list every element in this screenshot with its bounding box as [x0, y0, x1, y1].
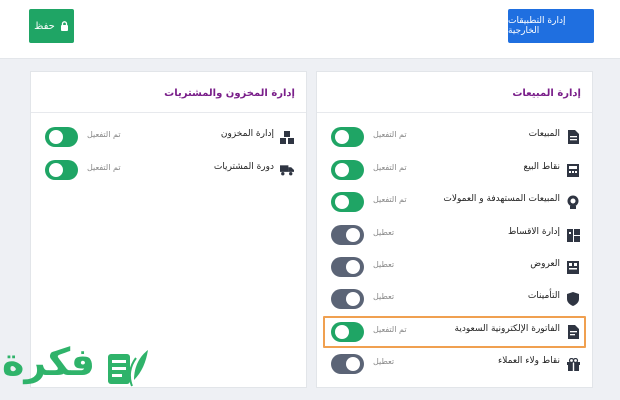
external-apps-button-label: إدارة التطبيقات الخارجية	[508, 16, 566, 36]
status-text: تم التفعيل	[373, 163, 407, 172]
watermark-text: فكرة	[2, 340, 96, 384]
status-text: تم التفعيل	[373, 130, 407, 139]
module-row-purchasing: دورة المشتريات تم التفعيل	[31, 159, 306, 181]
offers-icon	[566, 259, 580, 275]
card-divider	[31, 112, 306, 113]
external-apps-button[interactable]: إدارة التطبيقات الخارجية	[508, 9, 594, 43]
module-row-einvoice: الفاتورة الإلكترونية السعودية تم التفعيل	[317, 321, 592, 343]
toggle-switch[interactable]	[331, 192, 364, 212]
module-row-insurance: التأمينات تعطيل	[317, 288, 592, 310]
module-label: التأمينات	[527, 291, 560, 301]
status-text: تعطيل	[373, 228, 395, 237]
pos-icon	[566, 162, 580, 178]
status-text: تم التفعيل	[373, 195, 407, 204]
shield-icon	[566, 291, 580, 307]
toggle-switch[interactable]	[331, 225, 364, 245]
toggle-switch[interactable]	[331, 322, 364, 342]
inventory-card-title: إدارة المخزون والمشتريات	[164, 88, 295, 99]
lock-icon	[60, 21, 68, 31]
save-button-label: حفظ	[34, 20, 55, 32]
module-row-installments: إدارة الاقساط تعطيل	[317, 224, 592, 246]
toggle-switch[interactable]	[331, 354, 364, 374]
status-text: تعطيل	[373, 357, 395, 366]
module-row-offers: العروض تعطيل	[317, 256, 592, 278]
module-label: نقاط ولاء العملاء	[498, 356, 560, 366]
toggle-switch[interactable]	[45, 160, 78, 180]
sales-card-title: إدارة المبيعات	[512, 88, 581, 99]
toggle-switch[interactable]	[331, 289, 364, 309]
gift-icon	[566, 356, 580, 372]
document-icon	[566, 129, 580, 145]
status-text: تم التفعيل	[87, 130, 121, 139]
toggle-switch[interactable]	[331, 257, 364, 277]
top-toolbar: حفظ إدارة التطبيقات الخارجية	[0, 0, 620, 59]
status-text: تعطيل	[373, 260, 395, 269]
module-label: إدارة الاقساط	[508, 227, 560, 237]
module-row-loyalty: نقاط ولاء العملاء تعطيل	[317, 353, 592, 375]
toggle-switch[interactable]	[331, 127, 364, 147]
target-icon	[566, 194, 580, 210]
sales-management-card: إدارة المبيعات المبيعات تم التفعيل نقاط …	[316, 71, 593, 388]
module-label: دورة المشتريات	[213, 162, 274, 172]
module-label: الفاتورة الإلكترونية السعودية	[454, 324, 561, 334]
module-row-inventory: إدارة المخزون تم التفعيل	[31, 126, 306, 148]
module-label: إدارة المخزون	[220, 129, 274, 139]
save-button[interactable]: حفظ	[29, 9, 74, 43]
invoice-icon	[566, 324, 580, 340]
module-row-targets: المبيعات المستهدفة و العمولات تم التفعيل	[317, 191, 592, 213]
truck-icon	[280, 162, 294, 178]
module-label: العروض	[530, 259, 560, 269]
status-text: تم التفعيل	[87, 163, 121, 172]
boxes-icon	[280, 129, 294, 145]
toggle-switch[interactable]	[331, 160, 364, 180]
module-label: نقاط البيع	[523, 162, 560, 172]
book-leaf-icon	[108, 350, 148, 387]
status-text: تعطيل	[373, 292, 395, 301]
toggle-switch[interactable]	[45, 127, 78, 147]
module-row-sales: المبيعات تم التفعيل	[317, 126, 592, 148]
installments-icon	[566, 227, 580, 243]
card-divider	[317, 112, 592, 113]
module-row-pos: نقاط البيع تم التفعيل	[317, 159, 592, 181]
module-label: المبيعات	[528, 129, 560, 139]
status-text: تم التفعيل	[373, 325, 407, 334]
module-label: المبيعات المستهدفة و العمولات	[443, 194, 560, 204]
watermark-logo: فكرة	[0, 336, 150, 400]
